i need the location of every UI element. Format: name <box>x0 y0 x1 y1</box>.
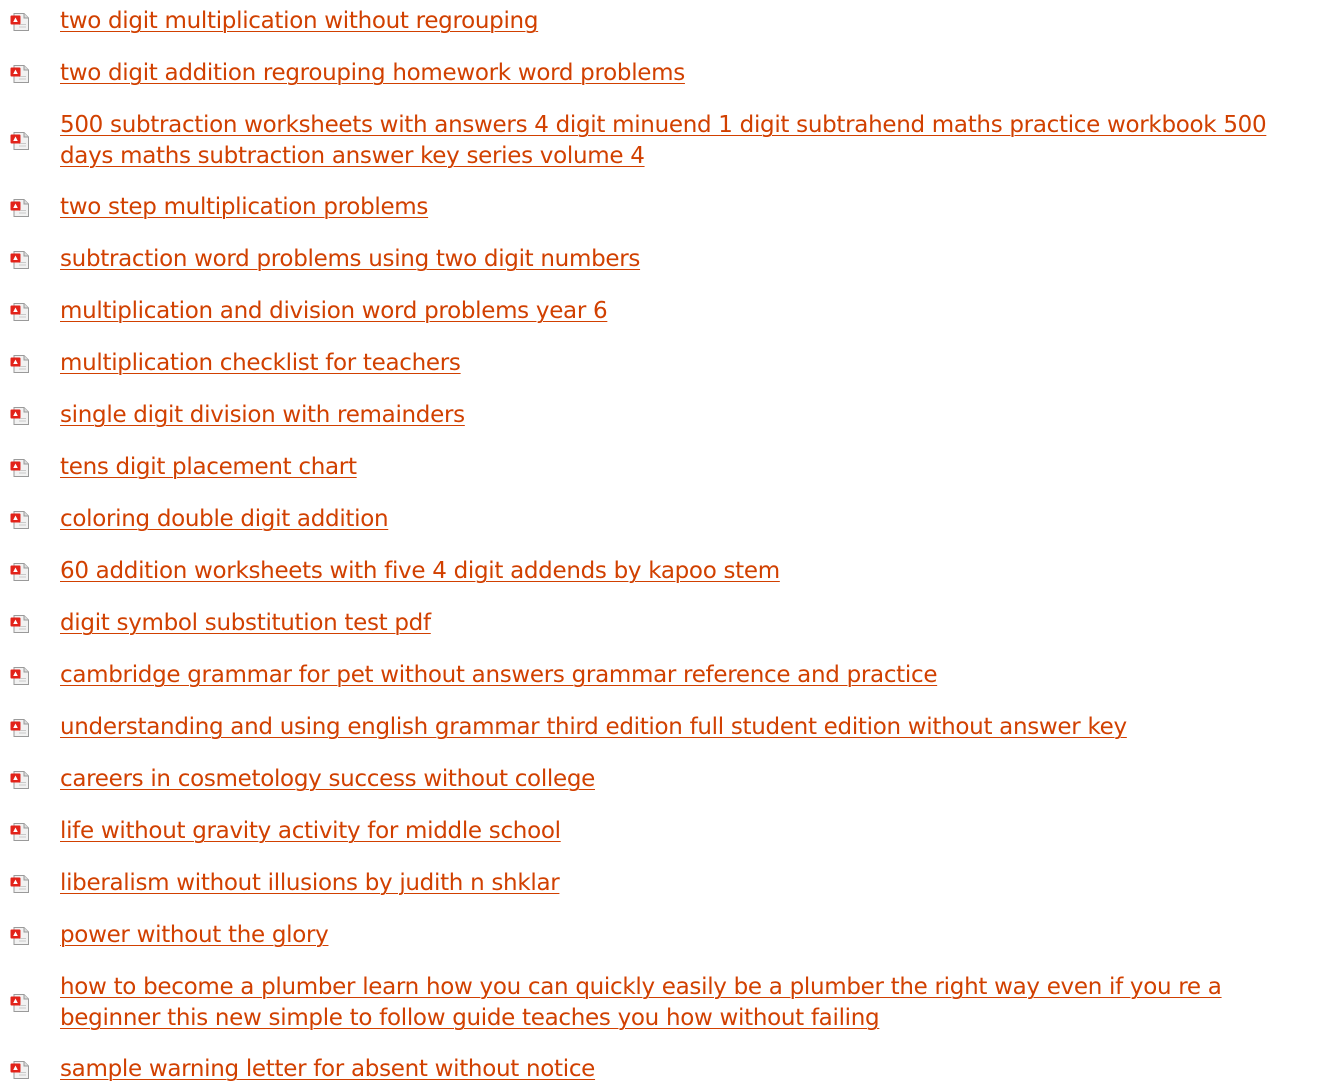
pdf-link[interactable]: sample warning letter for absent without… <box>60 1054 1322 1085</box>
pdf-link[interactable]: power without the glory <box>60 920 1322 951</box>
pdf-file-icon <box>10 994 30 1012</box>
pdf-file-icon <box>10 132 30 150</box>
pdf-link[interactable]: subtraction word problems using two digi… <box>60 244 1322 275</box>
pdf-link[interactable]: single digit division with remainders <box>60 400 1322 431</box>
pdf-link[interactable]: two digit addition regrouping homework w… <box>60 58 1322 89</box>
pdf-link[interactable]: cambridge grammar for pet without answer… <box>60 660 1322 691</box>
pdf-link[interactable]: coloring double digit addition <box>60 504 1322 535</box>
pdf-file-icon <box>10 875 30 893</box>
pdf-link[interactable]: liberalism without illusions by judith n… <box>60 868 1322 899</box>
pdf-link[interactable]: how to become a plumber learn how you ca… <box>60 972 1322 1034</box>
pdf-file-icon <box>10 719 30 737</box>
pdf-file-icon <box>10 927 30 945</box>
pdf-link[interactable]: understanding and using english grammar … <box>60 712 1322 743</box>
pdf-link[interactable]: tens digit placement chart <box>60 452 1322 483</box>
pdf-file-icon <box>10 199 30 217</box>
pdf-file-icon <box>10 667 30 685</box>
pdf-file-icon <box>10 251 30 269</box>
pdf-link[interactable]: 500 subtraction worksheets with answers … <box>60 110 1322 172</box>
pdf-file-icon <box>10 355 30 373</box>
pdf-file-icon <box>10 65 30 83</box>
pdf-file-icon <box>10 407 30 425</box>
pdf-file-icon <box>10 563 30 581</box>
pdf-file-icon <box>10 511 30 529</box>
pdf-file-icon <box>10 1061 30 1079</box>
pdf-link[interactable]: digit symbol substitution test pdf <box>60 608 1322 639</box>
pdf-link[interactable]: 60 addition worksheets with five 4 digit… <box>60 556 1322 587</box>
pdf-link[interactable]: multiplication and division word problem… <box>60 296 1322 327</box>
pdf-file-icon <box>10 13 30 31</box>
pdf-file-icon <box>10 823 30 841</box>
pdf-file-icon <box>10 303 30 321</box>
pdf-link[interactable]: two step multiplication problems <box>60 192 1322 223</box>
pdf-file-icon <box>10 615 30 633</box>
pdf-file-icon <box>10 771 30 789</box>
pdf-link[interactable]: multiplication checklist for teachers <box>60 348 1322 379</box>
pdf-file-icon <box>10 459 30 477</box>
pdf-link[interactable]: life without gravity activity for middle… <box>60 816 1322 847</box>
pdf-link[interactable]: two digit multiplication without regroup… <box>60 6 1322 37</box>
pdf-link[interactable]: careers in cosmetology success without c… <box>60 764 1322 795</box>
